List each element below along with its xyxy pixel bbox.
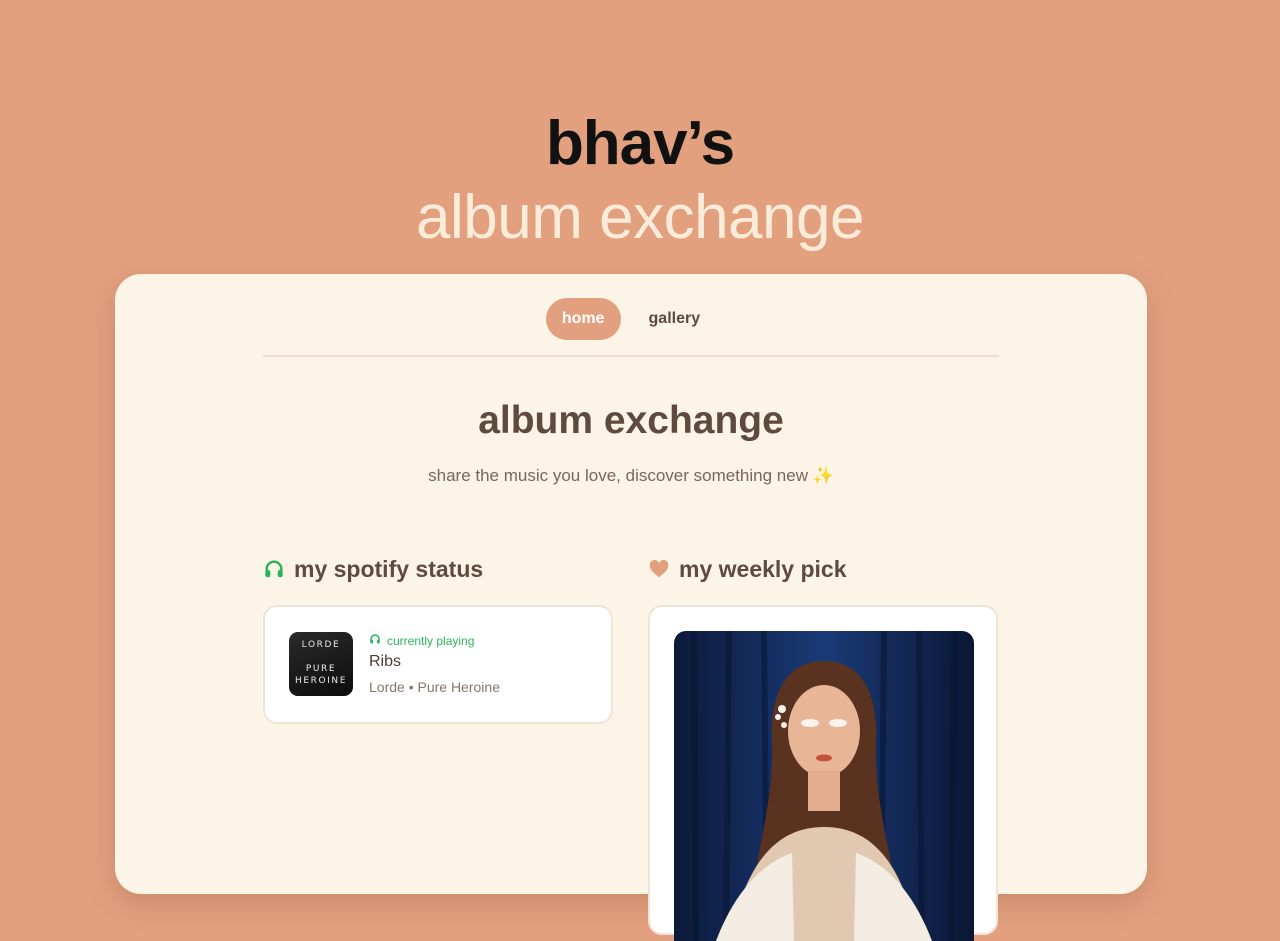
nav-gallery-tab[interactable]: gallery xyxy=(633,298,717,340)
main-card: home gallery album exchange share the mu… xyxy=(115,274,1147,941)
weekly-pick-album-photo[interactable] xyxy=(674,631,974,941)
now-playing-label: currently playing xyxy=(387,633,475,648)
now-playing-status: currently playing xyxy=(369,633,474,648)
album-cover-title-line2: HEROINE xyxy=(294,676,348,686)
page-title: album exchange xyxy=(478,399,784,442)
album-cover-title: PURE HEROINE xyxy=(289,663,353,687)
spotify-section-heading: my spotify status xyxy=(263,552,483,586)
weekly-section-heading: my weekly pick xyxy=(648,552,847,586)
page-subtitle: share the music you love, discover somet… xyxy=(428,466,834,485)
headphones-icon xyxy=(263,558,285,580)
nav-divider xyxy=(263,355,999,357)
spotify-status-card[interactable]: LORDE PURE HEROINE currently playing Rib… xyxy=(263,605,613,724)
hero-title-owner: bhav’s xyxy=(545,109,735,178)
album-cover-artist: LORDE xyxy=(301,640,341,650)
headphones-small-icon xyxy=(369,633,381,648)
nav-bar: home gallery xyxy=(263,298,999,340)
hero-title-main: album exchange xyxy=(416,183,864,252)
weekly-heading-text: my weekly pick xyxy=(679,555,847,582)
heart-icon xyxy=(648,558,670,580)
spotify-heading-text: my spotify status xyxy=(294,555,484,582)
album-cover-title-line1: PURE xyxy=(305,664,337,674)
weekly-pick-card[interactable] xyxy=(648,605,998,941)
nav-home-tab[interactable]: home xyxy=(545,298,621,340)
track-artist-album: Lorde • Pure Heroine xyxy=(369,679,500,695)
album-cover: LORDE PURE HEROINE xyxy=(289,632,353,696)
track-title: Ribs xyxy=(369,653,402,670)
